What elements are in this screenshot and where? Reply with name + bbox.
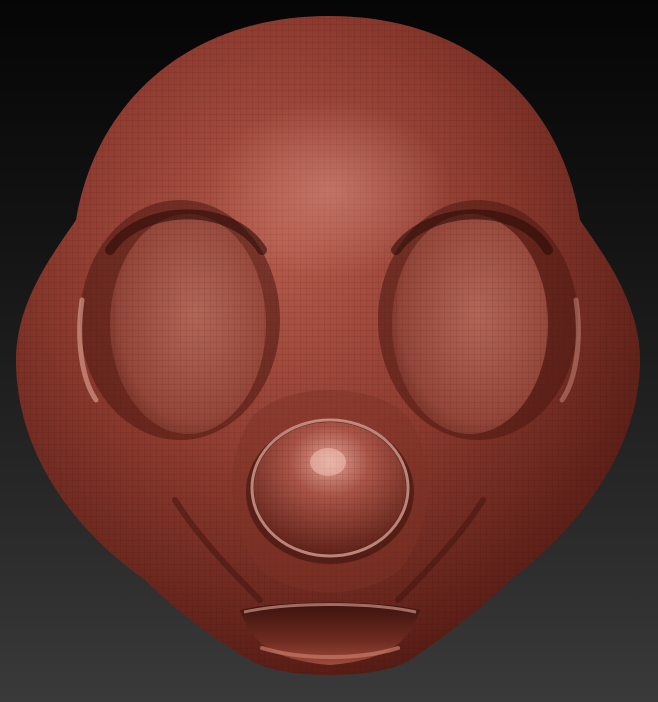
render-canvas [16,16,640,675]
nose [246,418,414,564]
left-eye-socket [77,200,280,440]
sculpt-viewport[interactable] [0,0,658,702]
right-eye-socket [378,200,581,440]
nose-highlight [310,448,346,476]
